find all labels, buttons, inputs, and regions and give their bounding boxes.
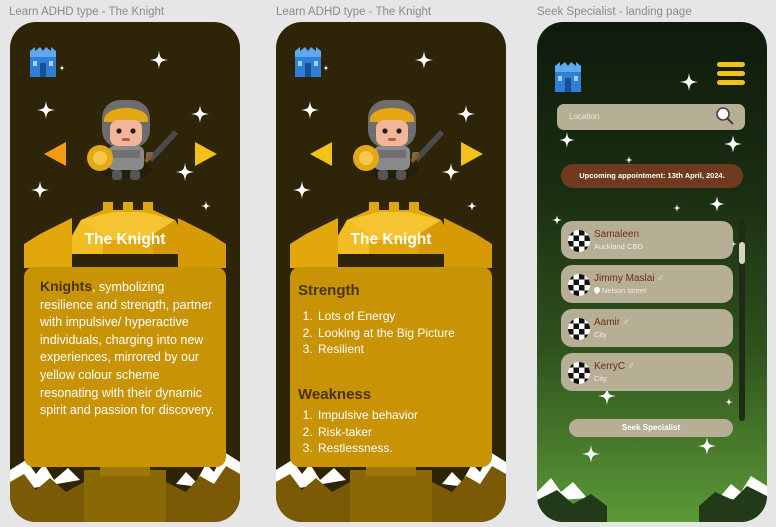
upcoming-appointment-banner[interactable]: Upcoming appointment: 13th April, 2024. — [561, 164, 743, 188]
castle-logo-icon[interactable] — [555, 62, 581, 92]
arrow-right-icon[interactable] — [461, 142, 483, 166]
knight-title: The Knight — [84, 231, 166, 248]
scrollbar-thumb[interactable] — [739, 242, 745, 264]
specialist-location: Auckland CBD — [594, 242, 643, 251]
search-icon[interactable] — [715, 106, 735, 126]
avatar — [568, 230, 590, 252]
strength-item: Looking at the Big Picture — [316, 325, 455, 342]
castle-logo-icon[interactable] — [30, 47, 56, 77]
location-search[interactable]: Location — [557, 104, 745, 130]
arrow-left-icon[interactable] — [44, 142, 66, 166]
knight-traits-screen: The Knight Strength Lots of Energy Looki… — [276, 22, 506, 522]
strength-heading: Strength — [298, 282, 360, 299]
strength-list: Lots of Energy Looking at the Big Pictur… — [298, 308, 455, 358]
weakness-heading: Weakness — [298, 386, 372, 403]
specialist-card[interactable]: KerryC ♂ City — [561, 353, 733, 391]
weakness-list: Impulsive behavior Risk-taker Restlessne… — [298, 407, 418, 457]
specialist-name: KerryC ♂ — [594, 361, 635, 372]
search-input[interactable]: Location — [569, 112, 599, 121]
description-text: , symbolizing resilience and strength, p… — [40, 280, 215, 418]
arrow-left-icon[interactable] — [310, 142, 332, 166]
strength-item: Resilient — [316, 341, 455, 358]
specialist-location: City — [594, 330, 607, 339]
frame-label-knight-1: Learn ADHD type - The Knight — [9, 6, 165, 18]
hamburger-menu-icon[interactable] — [717, 62, 745, 86]
specialist-card[interactable]: Jimmy Maslai ♂ Nelson street — [561, 265, 733, 303]
seek-specialist-button[interactable]: Seek Specialist — [569, 419, 733, 437]
knight-character — [87, 100, 178, 180]
specialist-card[interactable]: Aamir ♂ City — [561, 309, 733, 347]
specialist-name: Samaleen — [594, 229, 640, 240]
specialist-card[interactable]: Samaleen Auckland CBD — [561, 221, 733, 259]
arrow-right-icon[interactable] — [195, 142, 217, 166]
frame-label-seek: Seek Specialist - landing page — [537, 6, 692, 18]
avatar — [568, 318, 590, 340]
specialist-location: City — [594, 374, 607, 383]
weakness-item: Impulsive behavior — [316, 407, 418, 424]
avatar — [568, 274, 590, 296]
knight-description-screen: The Knight Knights, symbolizing resilien… — [10, 22, 240, 522]
specialist-location: Nelson street — [592, 285, 646, 295]
weakness-item: Restlessness. — [316, 440, 418, 457]
specialist-name: Aamir ♂ — [594, 317, 630, 328]
knight-character — [353, 100, 444, 180]
knight-description: Knights, symbolizing resilience and stre… — [40, 278, 220, 420]
specialist-name: Jimmy Maslai ♂ — [594, 273, 665, 284]
frame-label-knight-2: Learn ADHD type - The Knight — [276, 6, 432, 18]
location-pin-icon — [592, 285, 602, 295]
knight-title: The Knight — [350, 231, 432, 248]
strength-item: Lots of Energy — [316, 308, 455, 325]
castle-logo-icon[interactable] — [295, 47, 321, 77]
weakness-item: Risk-taker — [316, 424, 418, 441]
avatar — [568, 362, 590, 384]
description-lead: Knights — [40, 278, 93, 294]
seek-specialist-screen: Location Upcoming appointment: 13th Apri… — [537, 22, 767, 522]
